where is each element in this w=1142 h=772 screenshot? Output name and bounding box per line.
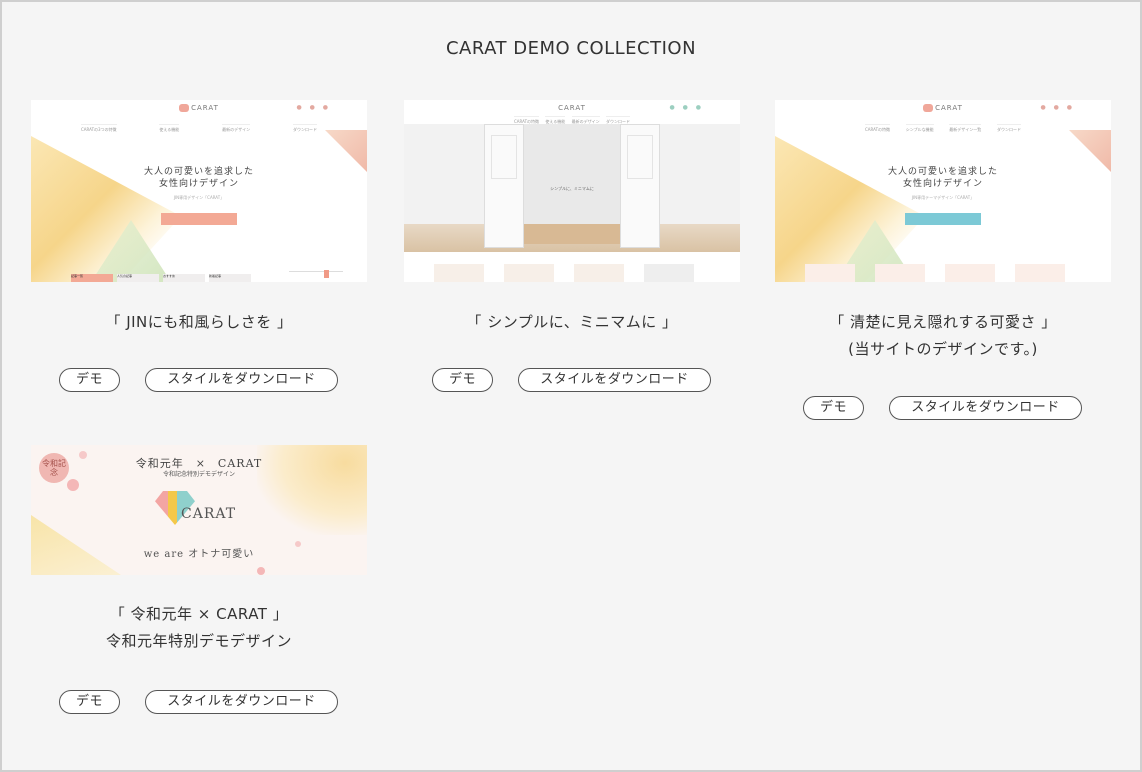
demo-button[interactable]: デモ (59, 690, 120, 714)
demo-thumbnail[interactable]: 令和記念 令和元年 × CARAT 令和記念特別デモデザイン CARAT we … (31, 445, 367, 575)
thumb-sidebar (289, 271, 343, 282)
thumb-headline: 大人の可愛いを追求した 女性向けデザイン (887, 167, 998, 189)
social-icons: ● ● ● (1040, 104, 1075, 111)
thumb-nav: CARATの特徴 シンプルな機能 最新デザイン一覧 ダウンロード (865, 124, 1021, 133)
heart-icon (923, 104, 934, 112)
demo-thumbnail[interactable]: CARAT ● ● ● CARATの3つの特徴 使える機能 最新のデザイン ダウンロー… (31, 100, 367, 282)
demo-thumbnail[interactable]: CARAT ● ● ● CARATの特徴 使える機能 最新のデザイン ダウンロード シ… (404, 100, 740, 282)
demo-caption: 「 シンプルに、ミニマムに 」 (466, 313, 678, 331)
demo-button[interactable]: デモ (432, 368, 493, 392)
download-style-button[interactable]: スタイルをダウンロード (145, 690, 338, 714)
demo-caption: 「 清楚に見え隠れする可愛さ 」 (当サイトのデザインです。) (829, 313, 1057, 358)
thumb-cta (161, 213, 237, 225)
thumb-headline: 大人の可愛いを追求した 女性向けデザイン (143, 167, 254, 189)
thumb-logo: CARAT (181, 506, 237, 522)
demo-card-jin-wafu: CARAT ● ● ● CARATの3つの特徴 使える機能 最新のデザイン ダウンロー… (31, 100, 367, 392)
thumb-nav: CARATの3つの特徴 使える機能 最新のデザイン ダウンロード (81, 124, 317, 133)
demo-caption: 「 令和元年 × CARAT 」 令和元年特別デモデザイン (105, 605, 292, 650)
demo-card-seiso: CARAT ● ● ● CARATの特徴 シンプルな機能 最新デザイン一覧 ダウンロー… (775, 100, 1111, 420)
thumb-subtext: 令和記念特別デモデザイン (162, 471, 235, 478)
door-left (484, 124, 524, 248)
demo-button[interactable]: デモ (59, 368, 120, 392)
thumb-headline: シンプルに、ミニマムに (550, 186, 594, 191)
social-icons: ● ● ● (296, 104, 331, 111)
thumb-header: CARAT ● ● ● CARATの特徴 使える機能 最新のデザイン ダウンロード (404, 100, 740, 124)
page-title: CARAT DEMO COLLECTION (445, 38, 697, 59)
download-style-button[interactable]: スタイルをダウンロード (518, 368, 711, 392)
demo-thumbnail[interactable]: CARAT ● ● ● CARATの特徴 シンプルな機能 最新デザイン一覧 ダウンロー… (775, 100, 1111, 282)
thumb-tagline: we are オトナ可愛い (143, 549, 255, 560)
demo-caption: 「 JINにも和風らしさを 」 (105, 313, 293, 331)
demo-card-simple: CARAT ● ● ● CARATの特徴 使える機能 最新のデザイン ダウンロード シ… (404, 100, 740, 392)
heart-icon (179, 104, 190, 112)
demo-button[interactable]: デモ (803, 396, 864, 420)
thumb-cta (905, 213, 981, 225)
page-frame: CARAT DEMO COLLECTION CARAT ● ● ● CARATの… (0, 0, 1142, 772)
download-style-button[interactable]: スタイルをダウンロード (889, 396, 1082, 420)
thumb-subtext: JIN専用デザイン「CARAT」 (173, 195, 225, 200)
thumb-tabs: 記事一覧 人気の記事 おすすめ 新着記事 (71, 274, 251, 282)
download-style-button[interactable]: スタイルをダウンロード (145, 368, 338, 392)
door-right (620, 124, 660, 248)
room-photo: シンプルに、ミニマムに (404, 124, 740, 252)
demo-card-reiwa: 令和記念 令和元年 × CARAT 令和記念特別デモデザイン CARAT we … (31, 445, 367, 714)
thumb-subtext: JIN専用テーマデザイン「CARAT」 (911, 195, 975, 200)
bookmark-icon (324, 270, 329, 278)
social-icons: ● ● ● (669, 104, 704, 111)
